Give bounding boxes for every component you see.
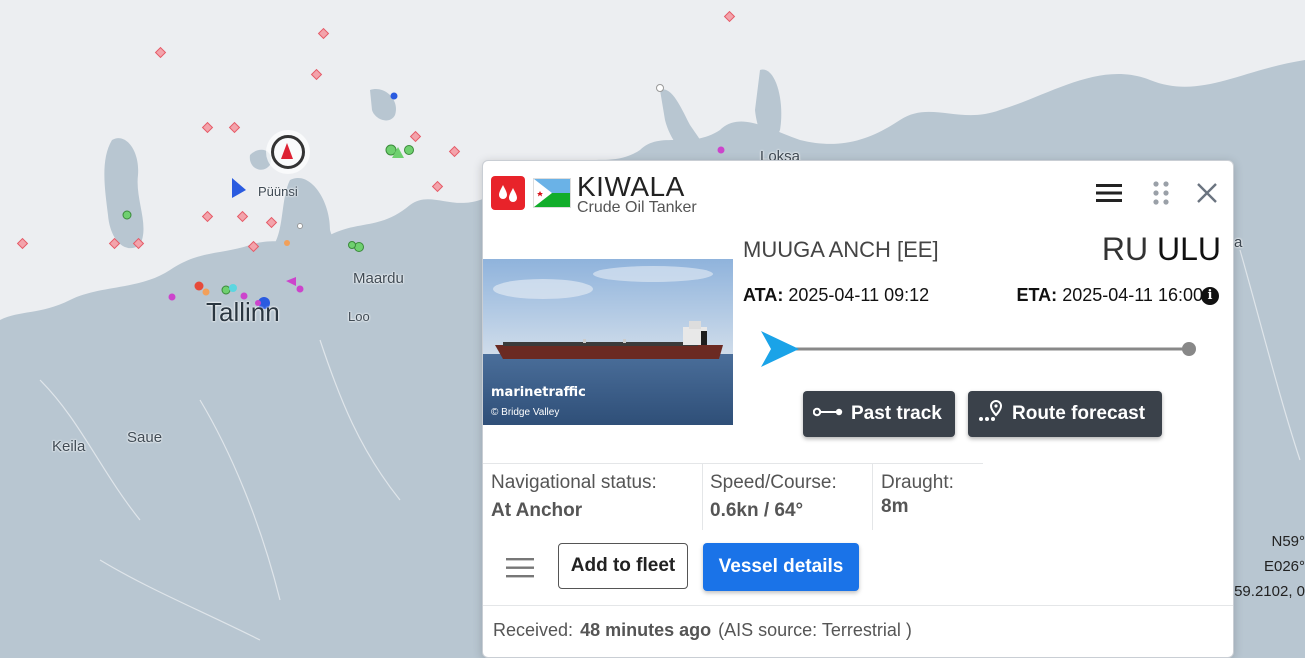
map-label-saue: Saue <box>127 429 163 446</box>
map-label-edge: a <box>1234 234 1243 251</box>
info-icon[interactable]: i <box>1201 287 1219 305</box>
coords-lon: E026° <box>1263 558 1305 575</box>
past-track-label: Past track <box>851 403 942 424</box>
stat-draught: Draught: 8m <box>873 464 982 530</box>
tanker-drops-icon <box>491 176 525 210</box>
nav-status-value: At Anchor <box>491 500 583 521</box>
vessel-marker <box>168 293 176 301</box>
voyage-progress <box>761 331 1196 367</box>
vessel-popup: KIWALA Crude Oil Tanker marinetraffic © … <box>482 160 1234 658</box>
photo-credit: © Bridge Valley <box>491 407 560 418</box>
ata-label: ATA: <box>743 285 784 305</box>
coords-decimal: 59.2102, 0 <box>1234 583 1305 600</box>
popup-footer: Received: 48 minutes ago (AIS source: Te… <box>483 605 1233 657</box>
draught-label: Draught: <box>881 472 954 493</box>
vessel-marker <box>348 241 356 249</box>
vessel-marker <box>122 210 132 220</box>
vessel-photo[interactable]: marinetraffic © Bridge Valley <box>483 259 733 425</box>
received-label: Received: <box>493 620 574 640</box>
vessel-marker <box>656 84 664 92</box>
more-menu-icon[interactable] <box>505 557 535 579</box>
map-label-keila: Keila <box>52 438 86 455</box>
coords-lat: N59° <box>1271 533 1305 550</box>
speed-course-value: 0.6kn / 64° <box>710 500 804 521</box>
vessel-marker <box>221 285 231 295</box>
destination: RU ULU <box>1102 231 1221 268</box>
departure-port: MUUGA ANCH [EE] <box>743 237 939 262</box>
map-label-loo: Loo <box>348 309 370 324</box>
vessel-marker <box>229 284 237 292</box>
vessel-stats: Navigational status: At Anchor Speed/Cou… <box>483 463 983 530</box>
received-value: 48 minutes ago <box>580 620 712 640</box>
photo-watermark: marinetraffic <box>491 385 586 400</box>
past-track-button[interactable]: Past track <box>803 391 955 437</box>
close-icon[interactable] <box>1189 175 1225 211</box>
destination-port: ULU <box>1156 231 1221 267</box>
map-label-tallinn: Tallinn <box>206 297 280 327</box>
stat-speed-course: Speed/Course: 0.6kn / 64° <box>702 464 873 530</box>
draught-value: 8m <box>881 496 909 517</box>
vessel-marker <box>354 242 364 252</box>
stat-nav-status: Navigational status: At Anchor <box>483 464 703 530</box>
route-forecast-icon <box>978 399 1004 429</box>
speed-course-label: Speed/Course: <box>710 472 837 493</box>
eta: ETA: 2025-04-11 16:00 <box>1017 285 1203 306</box>
eta-label: ETA: <box>1016 285 1058 305</box>
vessel-arrow-icon <box>761 331 799 367</box>
vessel-marker <box>404 145 414 155</box>
ais-source: (AIS source: Terrestrial ) <box>718 620 912 640</box>
vessel-marker <box>202 288 210 296</box>
vessel-type: Crude Oil Tanker <box>577 199 697 216</box>
vessel-marker <box>390 92 398 100</box>
hamburger-menu-icon[interactable] <box>1091 175 1127 211</box>
vessel-marker <box>284 240 290 246</box>
destination-dot-icon <box>1182 342 1196 356</box>
route-forecast-label: Route forecast <box>1012 403 1146 424</box>
vessel-details-button[interactable]: Vessel details <box>703 543 859 591</box>
djibouti-flag-icon <box>533 178 571 208</box>
vessel-marker <box>194 281 204 291</box>
popup-actions: Add to fleet Vessel details <box>483 541 1233 597</box>
map-label-maardu: Maardu <box>353 270 404 287</box>
route-forecast-button[interactable]: Route forecast <box>968 391 1162 437</box>
destination-country: RU <box>1101 231 1149 267</box>
ata: ATA: 2025-04-11 09:12 <box>743 285 929 306</box>
vessel-marker <box>297 223 303 229</box>
map-label-puunsi: Püünsi <box>258 184 298 199</box>
nav-status-label: Navigational status: <box>491 472 657 493</box>
selected-vessel-marker[interactable] <box>266 130 310 174</box>
vessel-marker <box>717 146 725 154</box>
popup-header[interactable]: KIWALA Crude Oil Tanker <box>483 161 1233 235</box>
past-track-icon <box>812 403 843 425</box>
drag-handle-icon[interactable] <box>1143 175 1179 211</box>
ata-value: 2025-04-11 09:12 <box>788 285 930 305</box>
add-to-fleet-button[interactable]: Add to fleet <box>558 543 688 589</box>
eta-value: 2025-04-11 16:00 <box>1062 285 1203 305</box>
vessel-marker <box>296 285 304 293</box>
